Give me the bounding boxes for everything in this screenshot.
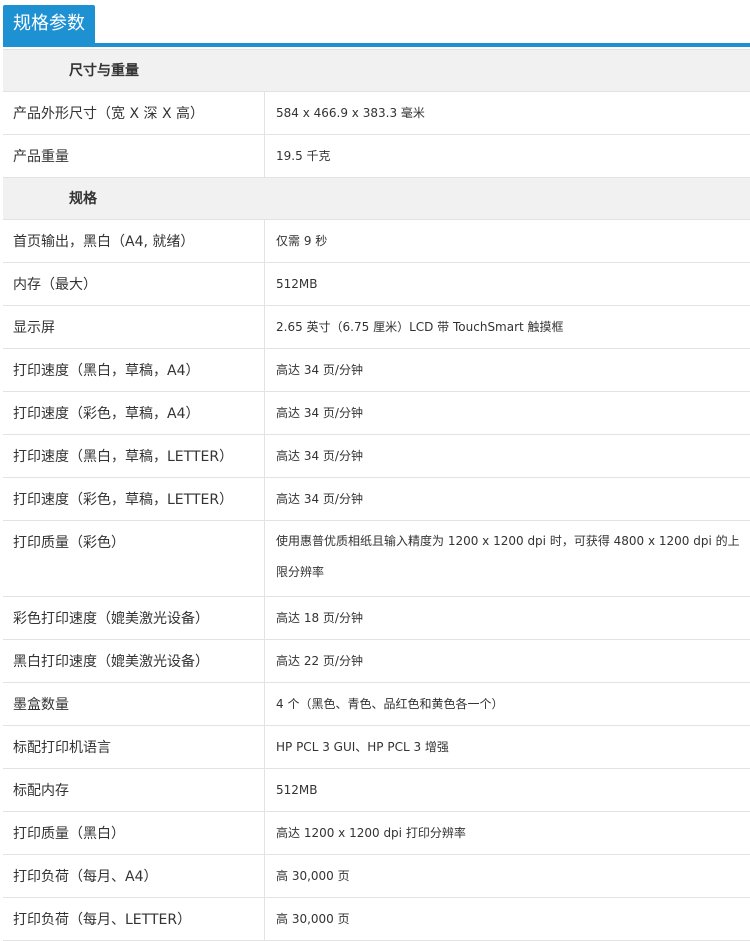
spec-label: 打印质量（彩色） <box>3 521 265 596</box>
table-row: 打印质量（黑白） 高达 1200 x 1200 dpi 打印分辨率 <box>3 812 750 855</box>
spec-table: 尺寸与重量 产品外形尺寸（宽 X 深 X 高） 584 x 466.9 x 38… <box>3 49 750 941</box>
table-row: 标配内存 512MB <box>3 769 750 812</box>
spec-label: 黑白打印速度（媲美激光设备） <box>3 640 265 682</box>
spec-value: 高达 22 页/分钟 <box>276 654 363 668</box>
spec-value: 584 x 466.9 x 383.3 毫米 <box>276 106 425 120</box>
spec-value: 19.5 千克 <box>276 149 331 163</box>
table-row: 打印质量（彩色） 使用惠普优质相纸且输入精度为 1200 x 1200 dpi … <box>3 521 750 597</box>
section-header-dimensions: 尺寸与重量 <box>3 50 750 92</box>
spec-value-text: 使用惠普优质相纸且输入精度为 1200 x 1200 dpi 时，可获得 480… <box>276 534 740 579</box>
spec-value: 高达 34 页/分钟 <box>276 492 363 506</box>
table-row: 打印速度（彩色，草稿，A4） 高达 34 页/分钟 <box>3 392 750 435</box>
table-row: 首页输出，黑白（A4, 就绪） 仅需 9 秒 <box>3 220 750 263</box>
table-row: 产品外形尺寸（宽 X 深 X 高） 584 x 466.9 x 383.3 毫米 <box>3 92 750 135</box>
table-row: 彩色打印速度（媲美激光设备） 高达 18 页/分钟 <box>3 597 750 640</box>
table-row: 打印负荷（每月、A4） 高 30,000 页 <box>3 855 750 898</box>
tab-bar: 规格参数 <box>0 0 750 48</box>
spec-label: 标配内存 <box>3 769 265 811</box>
tab-underline <box>3 43 750 47</box>
spec-label: 显示屏 <box>3 306 265 348</box>
table-row: 产品重量 19.5 千克 <box>3 135 750 178</box>
table-row: 标配打印机语言 HP PCL 3 GUI、HP PCL 3 增强 <box>3 726 750 769</box>
table-row: 打印速度（黑白，草稿，LETTER） 高达 34 页/分钟 <box>3 435 750 478</box>
spec-label: 墨盒数量 <box>3 683 265 725</box>
spec-value: 512MB <box>276 783 318 797</box>
spec-value: 高达 34 页/分钟 <box>276 406 363 420</box>
spec-value: 高达 34 页/分钟 <box>276 449 363 463</box>
spec-label: 产品外形尺寸（宽 X 深 X 高） <box>3 92 265 134</box>
spec-label: 打印负荷（每月、A4） <box>3 855 265 897</box>
spec-value: 高达 18 页/分钟 <box>276 611 363 625</box>
spec-label: 打印速度（黑白，草稿，A4） <box>3 349 265 391</box>
spec-label: 首页输出，黑白（A4, 就绪） <box>3 220 265 262</box>
spec-label: 内存（最大） <box>3 263 265 305</box>
spec-label: 产品重量 <box>3 135 265 177</box>
spec-label: 打印负荷（每月、LETTER） <box>3 898 265 940</box>
spec-value: 仅需 9 秒 <box>276 234 328 248</box>
spec-label: 彩色打印速度（媲美激光设备） <box>3 597 265 639</box>
table-row: 显示屏 2.65 英寸（6.75 厘米）LCD 带 TouchSmart 触摸框 <box>3 306 750 349</box>
spec-value: 使用惠普优质相纸且输入精度为 1200 x 1200 dpi 时，可获得 480… <box>265 521 750 596</box>
table-row: 黑白打印速度（媲美激光设备） 高达 22 页/分钟 <box>3 640 750 683</box>
table-row: 打印速度（黑白，草稿，A4） 高达 34 页/分钟 <box>3 349 750 392</box>
spec-label: 标配打印机语言 <box>3 726 265 768</box>
spec-label: 打印速度（黑白，草稿，LETTER） <box>3 435 265 477</box>
spec-value: HP PCL 3 GUI、HP PCL 3 增强 <box>276 740 449 754</box>
table-row: 墨盒数量 4 个（黑色、青色、品红色和黄色各一个） <box>3 683 750 726</box>
table-row: 打印速度（彩色，草稿，LETTER） 高达 34 页/分钟 <box>3 478 750 521</box>
section-header-specs: 规格 <box>3 178 750 220</box>
spec-value: 高达 34 页/分钟 <box>276 363 363 377</box>
spec-label: 打印速度（彩色，草稿，A4） <box>3 392 265 434</box>
spec-value: 高 30,000 页 <box>276 912 350 926</box>
table-row: 打印负荷（每月、LETTER） 高 30,000 页 <box>3 898 750 941</box>
table-row: 内存（最大） 512MB <box>3 263 750 306</box>
spec-value: 2.65 英寸（6.75 厘米）LCD 带 TouchSmart 触摸框 <box>276 320 564 334</box>
spec-label: 打印速度（彩色，草稿，LETTER） <box>3 478 265 520</box>
tab-specifications[interactable]: 规格参数 <box>3 5 95 43</box>
spec-value: 4 个（黑色、青色、品红色和黄色各一个） <box>276 697 504 711</box>
spec-value: 高 30,000 页 <box>276 869 350 883</box>
spec-label: 打印质量（黑白） <box>3 812 265 854</box>
spec-value: 512MB <box>276 277 318 291</box>
spec-value: 高达 1200 x 1200 dpi 打印分辨率 <box>276 826 466 840</box>
